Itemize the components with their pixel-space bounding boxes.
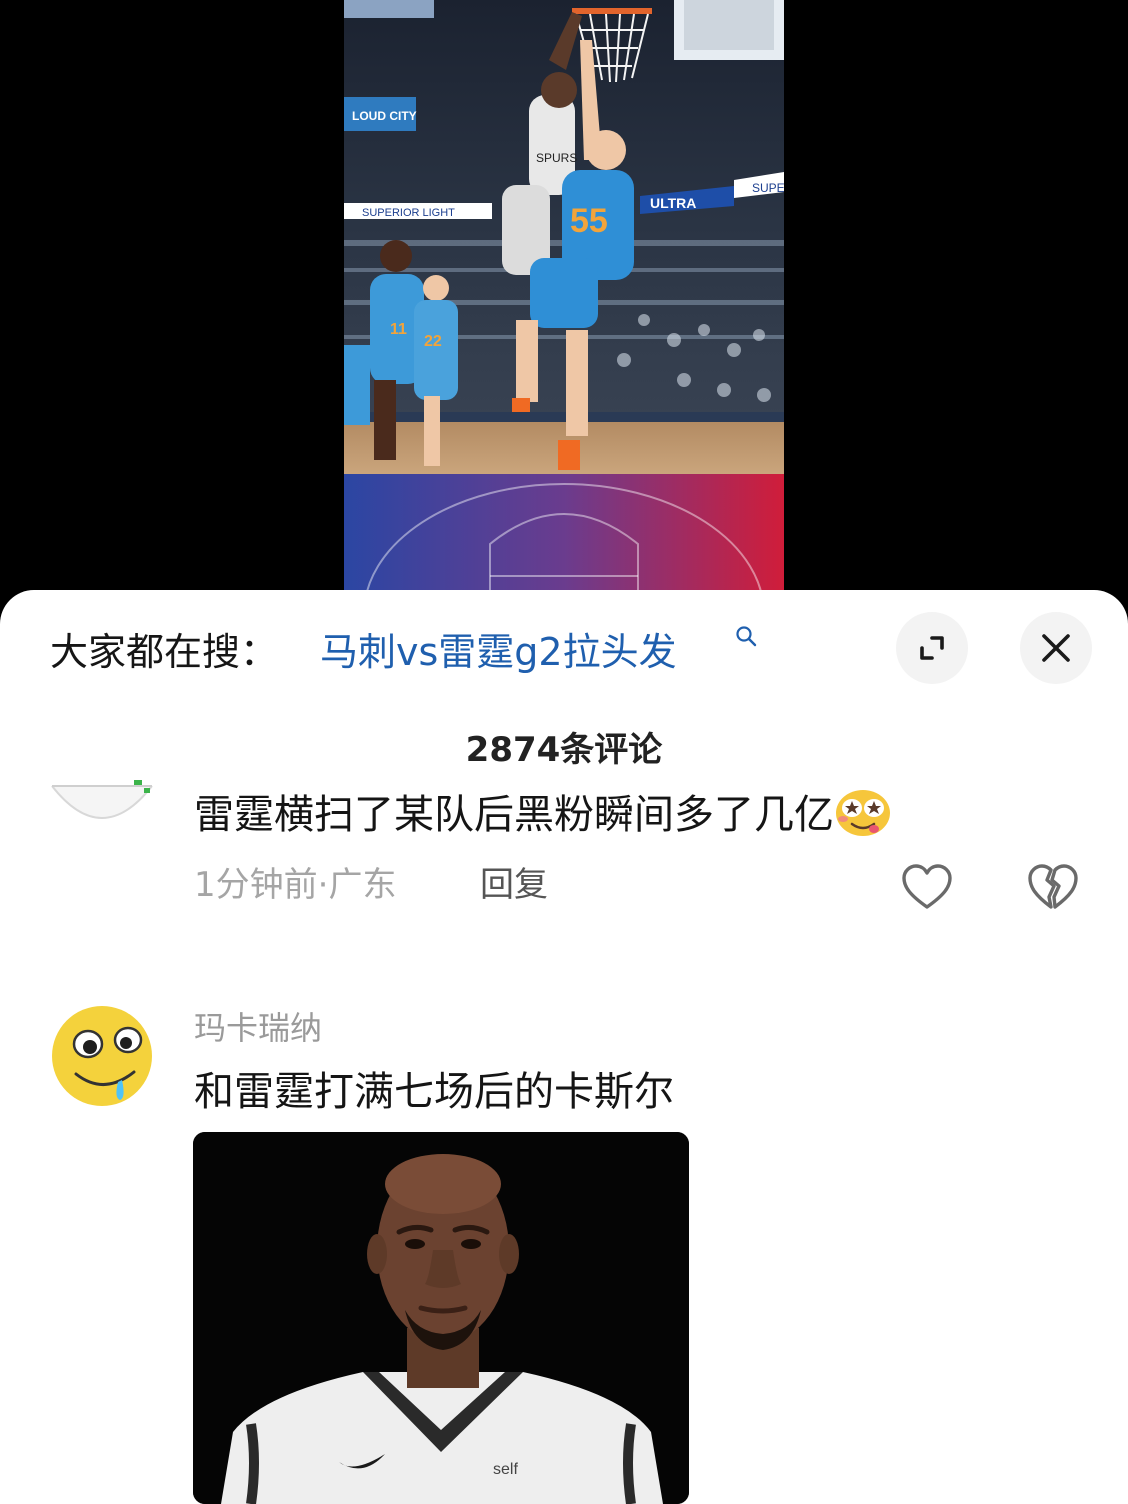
comment-meta: 1分钟前·广东 [194, 865, 397, 905]
search-icon[interactable] [734, 624, 760, 650]
banner-text-2: ULTRA [650, 195, 696, 211]
reply-button[interactable]: 回复 [480, 862, 548, 908]
close-button[interactable] [1020, 612, 1092, 684]
avatar[interactable] [48, 732, 156, 840]
comment-image[interactable]: self [193, 1132, 689, 1504]
jersey-number-11: 11 [390, 321, 407, 338]
close-icon [1042, 634, 1070, 662]
jersey-number-22: 22 [424, 333, 442, 350]
screen: LOUD CITY SUPERIOR LIGHT ULTRA SUPE SPUR… [0, 0, 1128, 1504]
video-player[interactable]: LOUD CITY SUPERIOR LIGHT ULTRA SUPE SPUR… [344, 0, 784, 600]
court-lines-graphic [364, 483, 764, 600]
drooling-emoji-avatar-icon [48, 1000, 156, 1108]
heart-icon[interactable] [900, 862, 954, 912]
expand-button[interactable] [896, 612, 968, 684]
player-portrait: self [193, 1132, 689, 1504]
video-frame: LOUD CITY SUPERIOR LIGHT ULTRA SUPE SPUR… [344, 0, 784, 474]
jersey-number-55: 55 [570, 202, 608, 240]
trending-search-label: 大家都在搜： [50, 630, 279, 674]
comment-text: 和雷霆打满七场后的卡斯尔 [194, 1069, 674, 1115]
comment-count: 2874条评论 [465, 730, 663, 770]
avatar[interactable] [48, 1000, 156, 1108]
starstruck-emoji-icon [836, 790, 890, 836]
banner-text-3: SUPE [752, 181, 784, 195]
trending-search-bar: 大家都在搜： 马刺vs雷霆g2拉头发 [0, 590, 1128, 710]
comment-username[interactable]: 玛卡瑞纳 [194, 1008, 322, 1048]
comment-item: 雷霆横扫了某队后黑粉瞬间多了几亿 1分钟前·广东 回复 [0, 732, 1128, 940]
video-lower-banner [344, 474, 784, 600]
expand-icon [920, 636, 944, 660]
comment-text-content: 雷霆横扫了某队后黑粉瞬间多了几亿 [194, 792, 834, 838]
comment-text: 雷霆横扫了某队后黑粉瞬间多了几亿 [194, 788, 892, 841]
broken-heart-icon[interactable] [1026, 862, 1080, 912]
arena-sign: LOUD CITY [352, 109, 417, 123]
bowl-avatar-icon [48, 732, 156, 840]
trending-search-keyword[interactable]: 马刺vs雷霆g2拉头发 [320, 628, 677, 676]
comment-sheet: 大家都在搜： 马刺vs雷霆g2拉头发 2874条评论 雷霆横扫了某队后黑粉瞬间多… [0, 590, 1128, 1504]
comment-item: 玛卡瑞纳 和雷霆打满七场后的卡斯尔 self [0, 1000, 1128, 1504]
jersey-logo-text: self [493, 1461, 518, 1478]
svg-text:SPURS: SPURS [536, 151, 577, 165]
banner-text-1: SUPERIOR LIGHT [362, 207, 455, 219]
